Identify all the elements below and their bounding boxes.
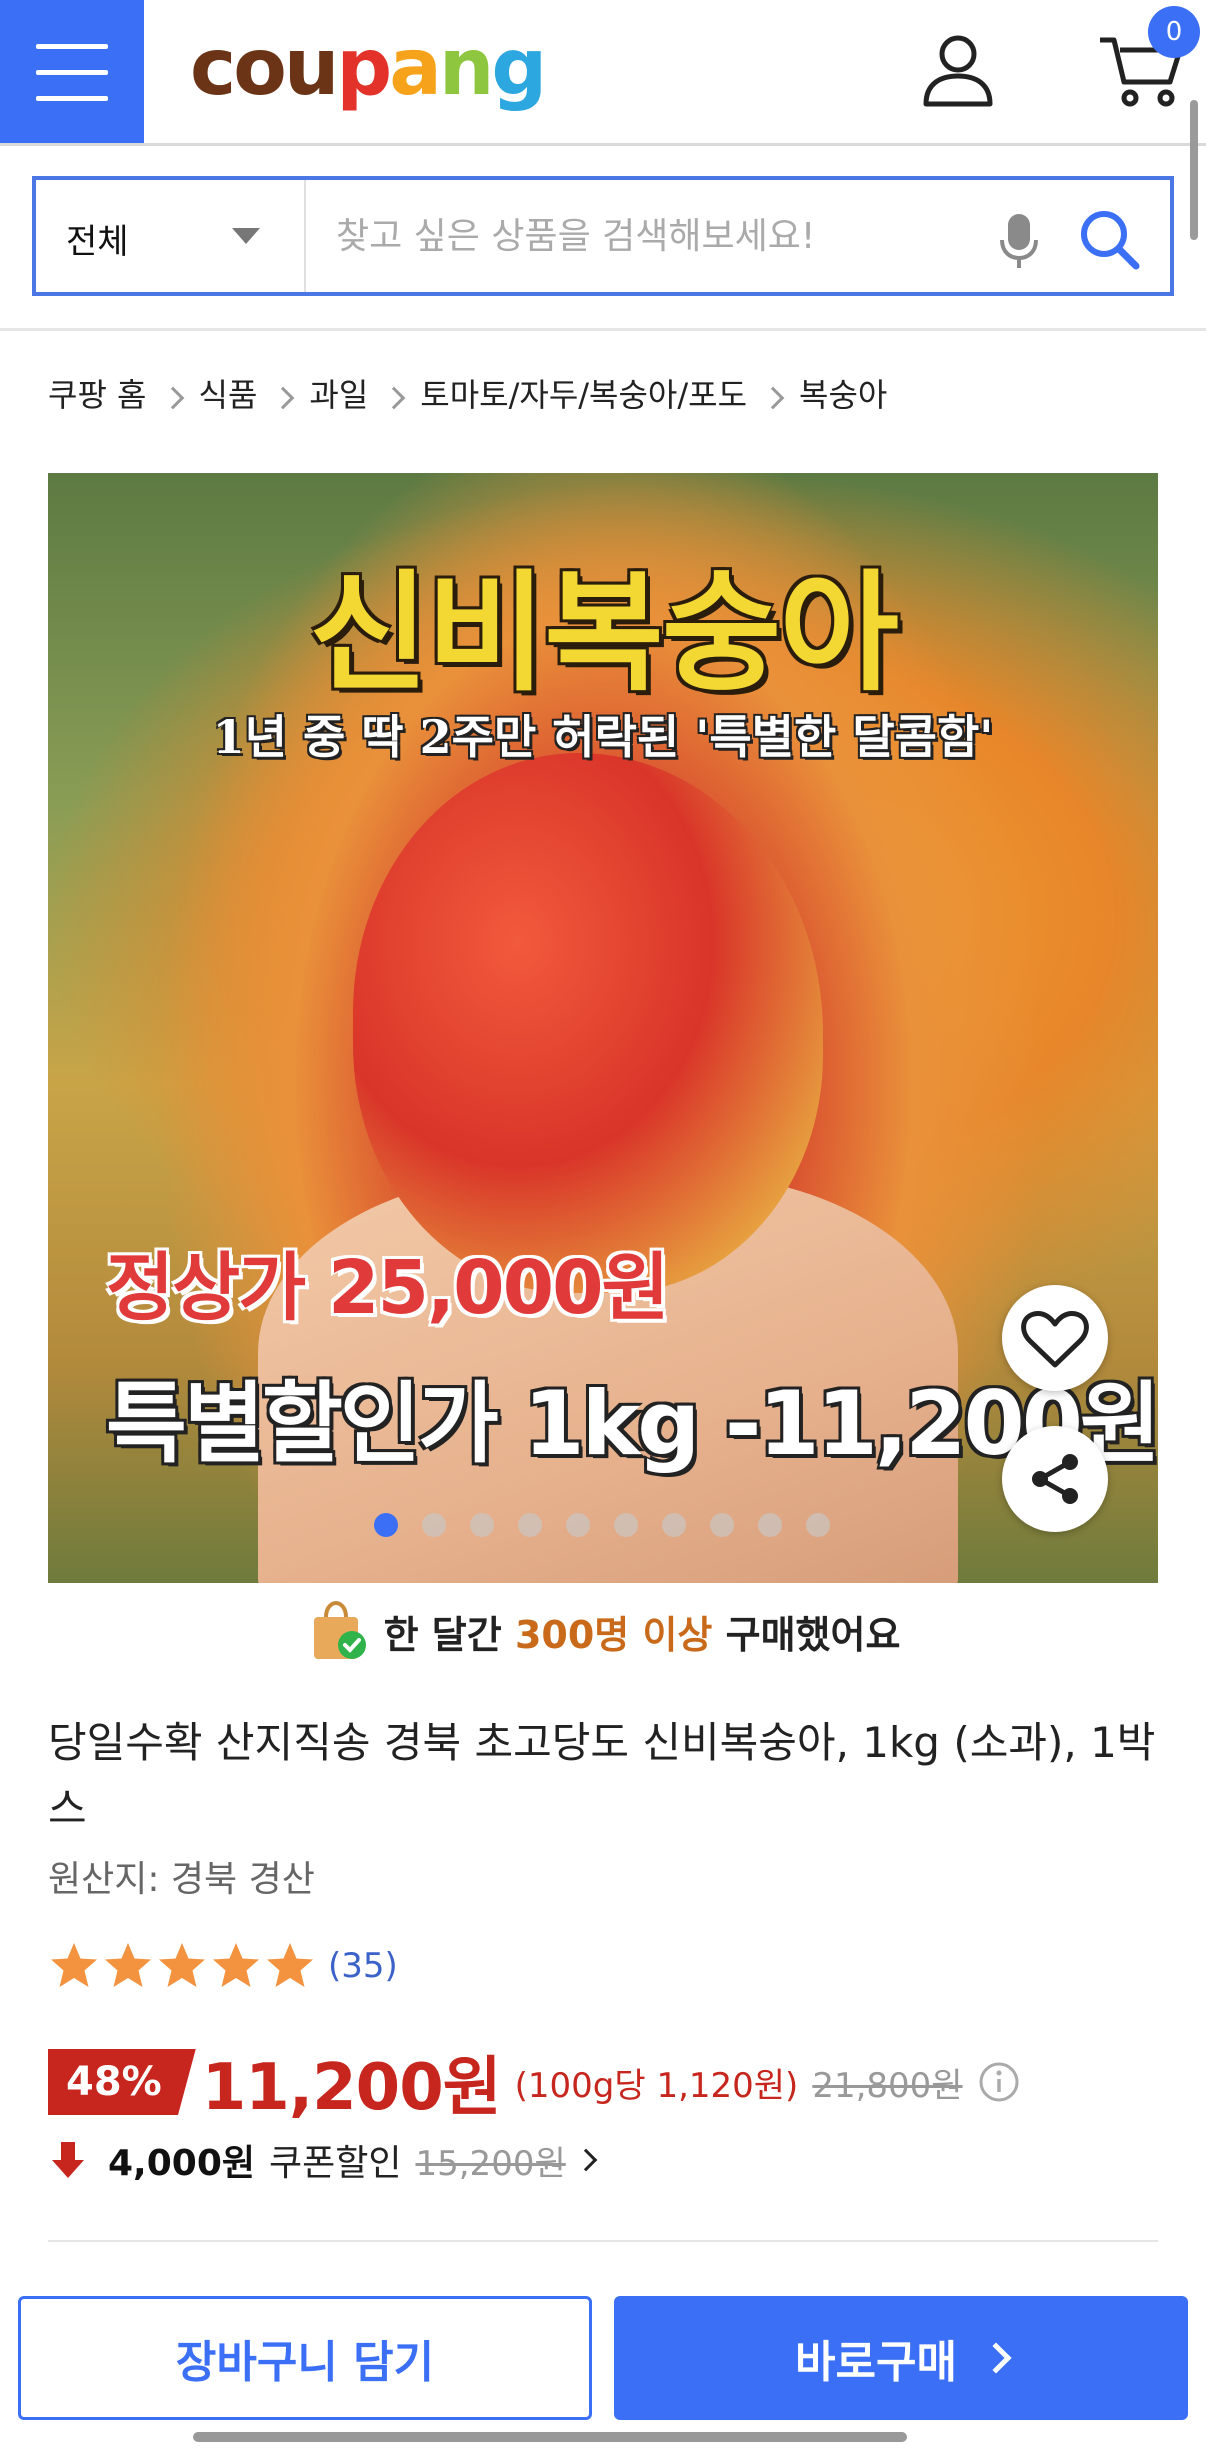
scrollbar[interactable] (1190, 100, 1198, 240)
arrow-down-icon (52, 2142, 84, 2178)
share-icon (1032, 1454, 1078, 1504)
unit-price: (100g당 1,120원) (514, 2065, 799, 2106)
search-bar: 전체 (32, 176, 1174, 296)
carousel-dot[interactable] (806, 1513, 830, 1537)
image-normal-price: 정상가 25,000원 (106, 1245, 670, 1331)
product-rating[interactable]: (35) (48, 1940, 398, 1992)
breadcrumb-item[interactable]: 토마토/자두/복숭아/포도 (420, 370, 747, 416)
product-title: 당일수확 산지직송 경북 초고당도 신비복숭아, 1kg (소과), 1박스 (48, 1718, 1156, 1833)
image-subtitle-text: 1년 중 딱 2주만 허락된 '특별한 달콤함' (212, 710, 994, 764)
top-header: coupang 0 (0, 0, 1206, 144)
purchase-count-highlight: 300명 이상 (514, 1612, 713, 1657)
product-image-carousel[interactable]: 신비복숭아 1년 중 딱 2주만 허락된 '특별한 달콤함' 정상가 25,00… (48, 473, 1158, 1583)
buy-now-label: 바로구매 (795, 2337, 957, 2388)
star-icon (267, 1943, 313, 1987)
shopping-bag-check-icon (313, 1600, 366, 1659)
coupon-before-price: 15,200원 (415, 2143, 566, 2184)
breadcrumb-item[interactable]: 복숭아 (799, 370, 887, 416)
carousel-dot[interactable] (518, 1513, 542, 1537)
review-count-link[interactable]: (35) (328, 1946, 398, 1986)
search-input[interactable] (336, 202, 996, 270)
carousel-dot[interactable] (374, 1513, 398, 1537)
breadcrumb-item[interactable]: 식품 (199, 370, 258, 416)
menu-icon-bar (36, 70, 108, 75)
carousel-dot[interactable] (710, 1513, 734, 1537)
image-title-text: 신비복숭아 (308, 556, 899, 709)
image-special-price: 특별할인가 1kg -11,200원 (106, 1372, 1158, 1475)
user-icon[interactable] (918, 30, 998, 110)
microphone-icon[interactable] (994, 210, 1044, 270)
purchase-count-prefix: 한 달간 (383, 1612, 502, 1657)
chevron-right-icon (980, 2342, 1012, 2374)
carousel-dot[interactable] (614, 1513, 638, 1537)
search-icon[interactable] (1074, 204, 1144, 274)
section-divider (48, 2240, 1158, 2242)
search-category-select[interactable]: 전체 (36, 180, 306, 292)
sale-price: 11,200원 (201, 2051, 502, 2125)
discount-rate-badge: 48% (48, 2049, 196, 2115)
breadcrumb: 쿠팡 홈 식품 과일 토마토/자두/복숭아/포도 복숭아 (48, 368, 887, 418)
heart-icon (1021, 1311, 1089, 1368)
chevron-right-icon (761, 386, 785, 410)
search-divider (0, 328, 1206, 331)
breadcrumb-item[interactable]: 쿠팡 홈 (48, 370, 147, 416)
coupon-discount-row[interactable]: 4,000원 쿠폰할인 15,200원 (48, 2132, 598, 2188)
carousel-dot[interactable] (758, 1513, 782, 1537)
home-indicator[interactable] (193, 2432, 907, 2442)
menu-button[interactable] (0, 0, 144, 144)
header-divider (0, 143, 1206, 146)
buy-now-button[interactable]: 바로구매 (614, 2296, 1188, 2420)
breadcrumb-item[interactable]: 과일 (309, 370, 368, 416)
share-button[interactable] (1002, 1426, 1108, 1532)
purchase-count-banner: 한 달간 300명 이상 구매했어요 (0, 1596, 1206, 1666)
price-row: 48% 11,200원 (100g당 1,120원) 21,800원 (48, 2042, 1021, 2125)
add-to-cart-label: 장바구니 담기 (175, 2337, 435, 2388)
menu-icon-bar (36, 96, 108, 101)
star-icon (105, 1943, 151, 1987)
carousel-dot[interactable] (422, 1513, 446, 1537)
coupang-logo[interactable]: coupang (190, 18, 547, 118)
peach-illustration (353, 753, 823, 1293)
chevron-right-icon (161, 386, 184, 410)
carousel-dot[interactable] (566, 1513, 590, 1537)
star-icon (51, 1943, 97, 1987)
search-category-label: 전체 (66, 222, 129, 262)
chevron-right-icon (574, 2148, 598, 2172)
chevron-right-icon (272, 386, 295, 410)
purchase-count-suffix: 구매했어요 (725, 1612, 901, 1657)
wishlist-button[interactable] (1002, 1285, 1108, 1391)
carousel-pagination (374, 1513, 830, 1537)
chevron-down-icon (232, 228, 260, 244)
info-icon[interactable] (977, 2060, 1021, 2104)
coupon-label: 쿠폰할인 (269, 2143, 402, 2184)
coupon-amount: 4,000원 (108, 2143, 255, 2184)
star-icon (213, 1943, 259, 1987)
carousel-dot[interactable] (470, 1513, 494, 1537)
original-price: 21,800원 (812, 2065, 963, 2106)
menu-icon-bar (36, 44, 108, 49)
add-to-cart-button[interactable]: 장바구니 담기 (18, 2296, 592, 2420)
star-icon (159, 1943, 205, 1987)
chevron-right-icon (382, 386, 406, 410)
product-origin: 원산지: 경북 경산 (48, 1859, 315, 1900)
cart-count-badge: 0 (1148, 6, 1200, 58)
carousel-dot[interactable] (662, 1513, 686, 1537)
